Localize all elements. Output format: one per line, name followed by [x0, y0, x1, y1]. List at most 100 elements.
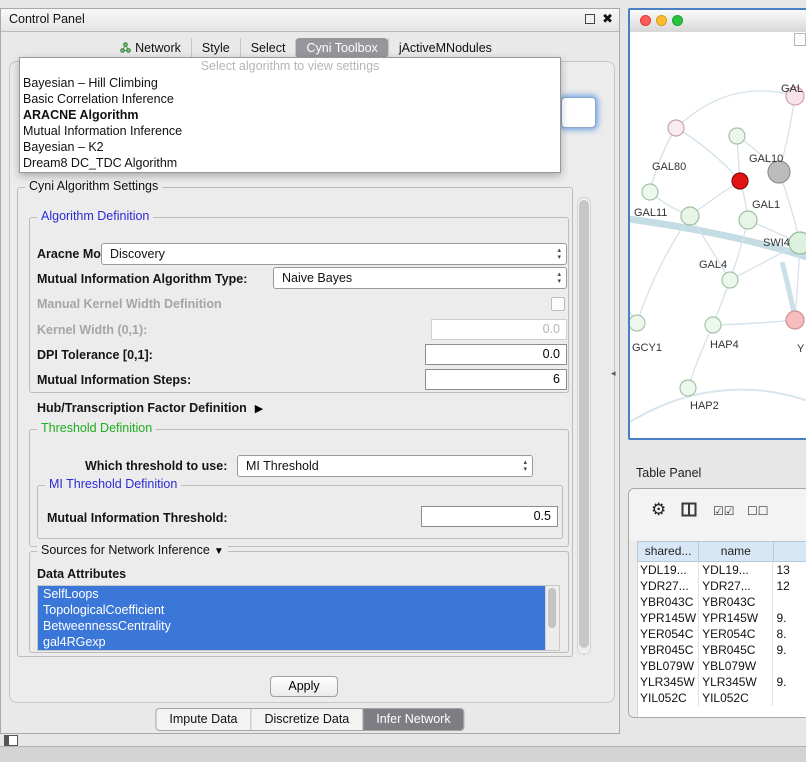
- control-panel-titlebar[interactable]: Control Panel ✖: [1, 9, 619, 32]
- gear-icon[interactable]: ⚙: [651, 500, 666, 520]
- table-cell: YPR145W: [637, 610, 699, 626]
- attribute-item[interactable]: BetweennessCentrality: [38, 618, 546, 634]
- show-panel-icon[interactable]: [4, 735, 18, 746]
- algorithm-option[interactable]: Mutual Information Inference: [20, 123, 560, 139]
- network-icon: [120, 42, 131, 53]
- expand-right-icon: ▶: [255, 403, 263, 415]
- column-header[interactable]: name: [699, 541, 773, 562]
- network-node[interactable]: [680, 380, 696, 396]
- algorithm-option[interactable]: Dream8 DC_TDC Algorithm: [20, 155, 560, 171]
- screen: Control Panel ✖ NetworkStyle Select Cyni T…: [0, 0, 806, 762]
- table-row[interactable]: YBR045CYBR045C9.: [629, 642, 806, 658]
- tab-jactivemnodules[interactable]: jActiveMNodules: [388, 38, 502, 58]
- list-scrollbar[interactable]: [545, 586, 559, 650]
- table-cell: [773, 690, 806, 706]
- aracne-mode-select[interactable]: Discovery ▴▾: [101, 243, 567, 265]
- algorithm-option[interactable]: Bayesian – K2: [20, 139, 560, 155]
- algorithm-option[interactable]: ARACNE Algorithm: [20, 107, 560, 123]
- float-window-icon[interactable]: [585, 14, 595, 24]
- manual-kernel-checkbox[interactable]: [551, 297, 565, 311]
- network-node[interactable]: [705, 317, 721, 333]
- tab-label: Select: [251, 38, 286, 58]
- kernel-width-field: 0.0: [431, 319, 567, 340]
- table-row[interactable]: YDL19...YDL19...13: [629, 562, 806, 578]
- tab-label: Cyni Toolbox: [306, 38, 377, 58]
- network-node[interactable]: [642, 184, 658, 200]
- close-icon[interactable]: ✖: [602, 11, 613, 27]
- network-canvas[interactable]: GAL80GAL10GAL11GAL1SWI4GAL4GCY1HAP4HAP2G…: [630, 32, 806, 438]
- canvas-scrollbar-button[interactable]: [794, 33, 806, 46]
- apply-button[interactable]: Apply: [270, 676, 338, 697]
- table-row[interactable]: YBR043CYBR043C: [629, 594, 806, 610]
- tab-style[interactable]: Style: [191, 38, 240, 58]
- table-row[interactable]: YDR27...YDR27...12: [629, 578, 806, 594]
- attribute-item[interactable]: gal4RGexp: [38, 634, 546, 650]
- node-label: GAL: [781, 83, 803, 95]
- bottom-tab-bar: Impute DataDiscretize DataInfer Network: [155, 708, 464, 731]
- which-threshold-value: MI Threshold: [246, 456, 319, 476]
- node-label: GAL1: [752, 199, 780, 211]
- node-label: GCY1: [632, 342, 662, 354]
- tab-network[interactable]: Network: [110, 38, 191, 58]
- panel-scrollbar[interactable]: [577, 197, 591, 655]
- network-window-titlebar[interactable]: [630, 10, 806, 33]
- select-all-icon[interactable]: ☑☑: [713, 504, 735, 518]
- status-bar: [0, 746, 806, 762]
- network-node[interactable]: [681, 207, 699, 225]
- network-node[interactable]: [722, 272, 738, 288]
- attribute-item[interactable]: TopologicalCoefficient: [38, 602, 546, 618]
- node-label: GAL4: [699, 259, 727, 271]
- network-node[interactable]: [668, 120, 684, 136]
- node-label: HAP2: [690, 400, 719, 412]
- table-cell: 9.: [773, 610, 806, 626]
- network-node[interactable]: [786, 311, 804, 329]
- deselect-all-icon[interactable]: ☐☐: [747, 504, 769, 518]
- minimize-traffic-light-icon[interactable]: [656, 15, 667, 26]
- table-cell: YIL052C: [699, 690, 773, 706]
- close-traffic-light-icon[interactable]: [640, 15, 651, 26]
- algorithm-select-fragment[interactable]: [561, 97, 596, 128]
- sources-toggle[interactable]: Sources for Network Inference▼: [37, 543, 228, 557]
- network-graph: GAL80GAL10GAL11GAL1SWI4GAL4GCY1HAP4HAP2G…: [630, 32, 806, 438]
- attribute-item[interactable]: SelfLoops: [38, 586, 546, 602]
- node-label: SWI4: [763, 237, 790, 249]
- which-threshold-select[interactable]: MI Threshold ▴▾: [237, 455, 533, 477]
- table-row[interactable]: YBL079WYBL079W: [629, 658, 806, 674]
- network-node[interactable]: [739, 211, 757, 229]
- column-header[interactable]: shared...: [637, 541, 699, 562]
- panel-scrollbar-thumb[interactable]: [579, 200, 589, 648]
- tab-bar: NetworkStyle Select Cyni Toolbox jActiveMNo…: [1, 37, 611, 58]
- table-cell: YPR145W: [699, 610, 773, 626]
- zoom-traffic-light-icon[interactable]: [672, 15, 683, 26]
- table-row[interactable]: YLR345WYLR345W9.: [629, 674, 806, 690]
- table-row[interactable]: YER054CYER054C8.: [629, 626, 806, 642]
- mi-threshold-label: Mutual Information Threshold:: [47, 511, 228, 525]
- dpi-tolerance-field[interactable]: 0.0: [425, 344, 567, 365]
- bottom-tab-infer-network[interactable]: Infer Network: [362, 709, 463, 730]
- algorithm-option[interactable]: Basic Correlation Inference: [20, 91, 560, 107]
- table-cell: 12: [773, 578, 806, 594]
- algorithm-option[interactable]: Bayesian – Hill Climbing: [20, 75, 560, 91]
- mi-steps-field[interactable]: 6: [425, 369, 567, 390]
- tab-cyni-toolbox[interactable]: Cyni Toolbox: [295, 38, 387, 58]
- splitter-handle-icon[interactable]: ◂: [611, 368, 616, 379]
- mi-type-select[interactable]: Naive Bayes ▴▾: [273, 267, 567, 289]
- table-cell: YER054C: [699, 626, 773, 642]
- show-columns-icon[interactable]: [681, 502, 697, 522]
- list-scrollbar-thumb[interactable]: [548, 588, 556, 628]
- hub-section-toggle[interactable]: Hub/Transcription Factor Definition▶: [37, 401, 263, 415]
- network-node[interactable]: [729, 128, 745, 144]
- network-node[interactable]: [789, 232, 806, 254]
- mi-type-value: Naive Bayes: [282, 268, 352, 288]
- bottom-tab-impute-data[interactable]: Impute Data: [156, 709, 250, 730]
- network-node[interactable]: [630, 315, 645, 331]
- network-node[interactable]: [732, 173, 748, 189]
- bottom-tab-discretize-data[interactable]: Discretize Data: [251, 709, 363, 730]
- table-cell: YBR045C: [637, 642, 699, 658]
- tab-select[interactable]: Select: [240, 38, 296, 58]
- table-row[interactable]: YPR145WYPR145W9.: [629, 610, 806, 626]
- table-row[interactable]: YIL052CYIL052C: [629, 690, 806, 706]
- dropdown-placeholder: Select algorithm to view settings: [20, 58, 560, 75]
- mi-threshold-field[interactable]: 0.5: [421, 506, 558, 527]
- column-header[interactable]: [774, 541, 806, 562]
